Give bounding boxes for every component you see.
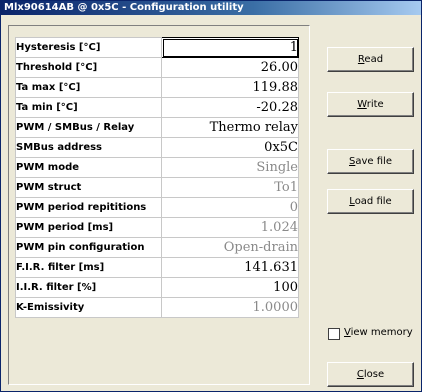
row-value-field[interactable]: 0x5C xyxy=(161,137,299,158)
config-window: Mlx90614AB @ 0x5C - Configuration utilit… xyxy=(0,0,422,392)
row-value-field[interactable]: -20.28 xyxy=(161,97,299,118)
row-value-field[interactable]: 119.88 xyxy=(161,77,299,98)
table-row: F.I.R. filter [ms] 141.631 xyxy=(15,257,299,278)
row-label: PWM period [ms] xyxy=(15,217,162,238)
row-value-field[interactable]: 1 xyxy=(161,37,299,58)
row-label: Hysteresis [°C] xyxy=(15,37,162,58)
table-row: PWM period repititions 0 xyxy=(15,197,299,218)
row-value-field[interactable]: Single xyxy=(161,157,299,178)
view-memory-label[interactable]: View memory xyxy=(344,327,413,338)
row-label: F.I.R. filter [ms] xyxy=(15,257,162,278)
table-row: SMBus address 0x5C xyxy=(15,137,299,158)
title-bar[interactable]: Mlx90614AB @ 0x5C - Configuration utilit… xyxy=(1,1,421,15)
table-row: I.I.R. filter [%] 100 xyxy=(15,277,299,298)
table-row: PWM period [ms] 1.024 xyxy=(15,217,299,238)
row-label: Threshold [°C] xyxy=(15,57,162,78)
row-value-field[interactable]: 141.631 xyxy=(161,257,299,278)
read-button[interactable]: Read xyxy=(327,47,414,72)
table-row: Threshold [°C] 26.00 xyxy=(15,57,299,78)
row-value-field[interactable]: 100 xyxy=(161,277,299,298)
table-row: Hysteresis [°C] 1 xyxy=(15,37,299,58)
table-row: PWM struct To1 xyxy=(15,177,299,198)
table-row: PWM pin configuration Open-drain xyxy=(15,237,299,258)
row-value-field[interactable]: 0 xyxy=(161,197,299,218)
save-file-button[interactable]: Save file xyxy=(327,149,414,174)
row-value-field[interactable]: 1.024 xyxy=(161,217,299,238)
row-label: K-Emissivity xyxy=(15,297,162,318)
row-value-field[interactable]: 26.00 xyxy=(161,57,299,78)
row-value-field[interactable]: Thermo relay xyxy=(161,117,299,138)
close-button[interactable]: Close xyxy=(327,362,414,387)
row-label: SMBus address xyxy=(15,137,162,158)
row-label: PWM / SMBus / Relay xyxy=(15,117,162,138)
row-label: PWM mode xyxy=(15,157,162,178)
table-row: Ta min [°C] -20.28 xyxy=(15,97,299,118)
row-value-field[interactable]: Open-drain xyxy=(161,237,299,258)
row-value-field[interactable]: 1.0000 xyxy=(161,297,299,318)
row-label: PWM pin configuration xyxy=(15,237,162,258)
row-label: Ta min [°C] xyxy=(15,97,162,118)
row-label: PWM struct xyxy=(15,177,162,198)
window-title: Mlx90614AB @ 0x5C - Configuration utilit… xyxy=(4,2,244,13)
view-memory-checkbox[interactable] xyxy=(328,328,340,340)
table-row: PWM mode Single xyxy=(15,157,299,178)
row-value-field[interactable]: To1 xyxy=(161,177,299,198)
row-label: PWM period repititions xyxy=(15,197,162,218)
row-label: Ta max [°C] xyxy=(15,77,162,98)
table-row: PWM / SMBus / Relay Thermo relay xyxy=(15,117,299,138)
table-row: K-Emissivity 1.0000 xyxy=(15,297,299,318)
settings-grid: Hysteresis [°C] 1 Threshold [°C] 26.00 Ta ma… xyxy=(15,37,299,318)
write-button[interactable]: Write xyxy=(327,92,414,117)
row-label: I.I.R. filter [%] xyxy=(15,277,162,298)
load-file-button[interactable]: Load file xyxy=(327,189,414,214)
table-row: Ta max [°C] 119.88 xyxy=(15,77,299,98)
